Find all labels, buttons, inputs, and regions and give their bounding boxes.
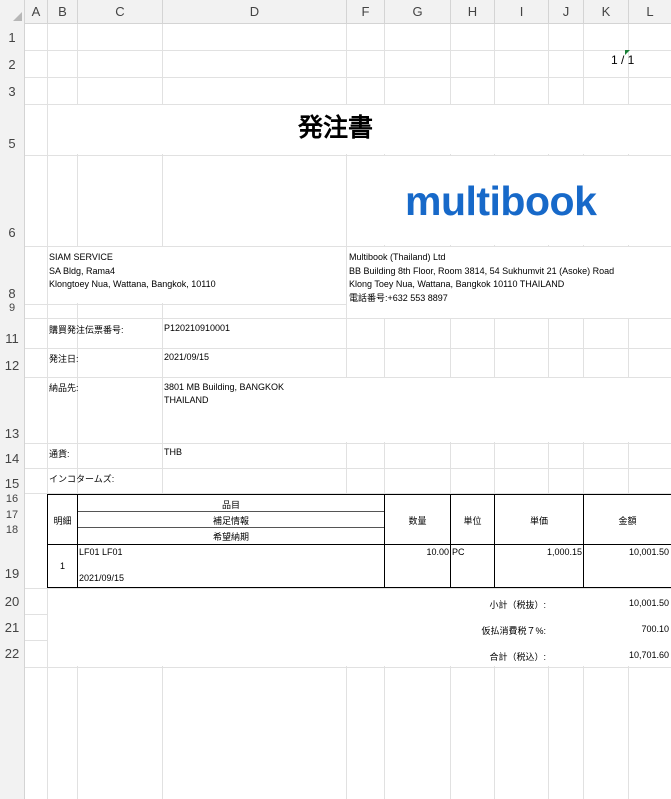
supplier-line1: SIAM SERVICE [49, 252, 113, 262]
row-header-16[interactable]: 16 [0, 493, 24, 505]
subtotal-value: 10,001.50 [628, 598, 669, 608]
column-header-f[interactable]: F [347, 0, 385, 23]
buyer-line1: Multibook (Thailand) Ltd [349, 252, 446, 262]
header-unit-price: 単価 [529, 516, 548, 526]
row-header-3[interactable]: 3 [0, 84, 24, 99]
comment-indicator-icon [625, 50, 630, 55]
column-header-a[interactable]: A [25, 0, 48, 23]
row-header-18[interactable]: 18 [0, 524, 24, 536]
buyer-line3: Klong Toey Nua, Wattana, Bangkok 10110 T… [349, 279, 565, 289]
row-header-15[interactable]: 15 [0, 476, 24, 491]
po-number-label: 購買発注伝票番号: [49, 325, 124, 335]
row-header-14[interactable]: 14 [0, 451, 24, 466]
subtotal-label: 小計（税抜）: [489, 600, 546, 610]
currency-value: THB [164, 447, 182, 457]
row-header-6[interactable]: 6 [0, 225, 24, 240]
row-item: LF01 LF01 [79, 547, 123, 557]
column-header-c[interactable]: C [78, 0, 163, 23]
column-header-i[interactable]: I [495, 0, 549, 23]
column-header-j[interactable]: J [549, 0, 584, 23]
total-label: 合計（税込）: [489, 652, 546, 662]
row-amount: 10,001.50 [628, 547, 669, 557]
column-header-g[interactable]: G [385, 0, 451, 23]
column-header-k[interactable]: K [584, 0, 629, 23]
delivery-line2: THAILAND [164, 395, 209, 405]
row-unit-price: 1,000.15 [546, 547, 582, 557]
row-header-20[interactable]: 20 [0, 594, 24, 609]
row-header-8[interactable]: 8 [0, 286, 24, 301]
supplier-address: SIAM SERVICE SA Bldg, Rama4 Klongtoey Nu… [49, 251, 216, 292]
buyer-address: Multibook (Thailand) Ltd BB Building 8th… [349, 251, 614, 305]
row-header-12[interactable]: 12 [0, 358, 24, 373]
header-desired-date: 希望納期 [212, 532, 249, 542]
column-header-l[interactable]: L [629, 0, 671, 23]
supplier-line3: Klongtoey Nua, Wattana, Bangkok, 10110 [49, 279, 216, 289]
header-amount: 金額 [618, 516, 637, 526]
incoterms-label: インコタームズ: [49, 474, 115, 484]
po-number-value: P120210910001 [164, 323, 231, 333]
delivery-address: 3801 MB Building, BANGKOK THAILAND [164, 381, 284, 407]
column-header-d[interactable]: D [163, 0, 347, 23]
row-header-11[interactable]: 11 [0, 331, 24, 346]
order-date-label: 発注日: [49, 354, 79, 364]
row-header-19[interactable]: 19 [0, 566, 24, 581]
column-header-b[interactable]: B [48, 0, 78, 23]
supplier-line2: SA Bldg, Rama4 [49, 265, 116, 276]
document-title: 発注書 [297, 113, 373, 142]
row-header-21[interactable]: 21 [0, 620, 24, 635]
header-supplement: 補足情報 [212, 516, 249, 526]
row-qty: 10.00 [426, 547, 449, 557]
row-header-9[interactable]: 9 [0, 302, 24, 314]
total-value: 10,701.60 [628, 650, 669, 660]
select-all-corner[interactable] [0, 0, 25, 23]
header-qty: 数量 [408, 516, 427, 526]
row-header-2[interactable]: 2 [0, 57, 24, 72]
row-header-13[interactable]: 13 [0, 426, 24, 441]
order-date-value: 2021/09/15 [164, 352, 210, 362]
row-line-no: 1 [59, 561, 65, 571]
row-header-22[interactable]: 22 [0, 646, 24, 661]
vat-value: 700.10 [641, 624, 669, 634]
buyer-line2: BB Building 8th Floor, Room 3814, 54 Suk… [349, 265, 615, 276]
column-header-h[interactable]: H [451, 0, 495, 23]
vat-label: 仮払消費税７%: [481, 626, 546, 636]
header-line-no: 明細 [53, 516, 72, 526]
row-unit: PC [452, 547, 465, 557]
buyer-phone: 電話番号:+632 553 8897 [349, 292, 448, 303]
row-header-1[interactable]: 1 [0, 30, 24, 45]
header-item: 品目 [221, 500, 240, 510]
page-number: 1 / 1 [611, 53, 635, 67]
delivery-label: 納品先: [49, 383, 79, 393]
delivery-line1: 3801 MB Building, BANGKOK [164, 382, 285, 392]
row-header-17[interactable]: 17 [0, 509, 24, 521]
currency-label: 通貨: [49, 449, 70, 459]
multibook-logo: multibook [405, 178, 597, 224]
header-unit: 単位 [463, 516, 482, 526]
row-date: 2021/09/15 [79, 573, 125, 583]
